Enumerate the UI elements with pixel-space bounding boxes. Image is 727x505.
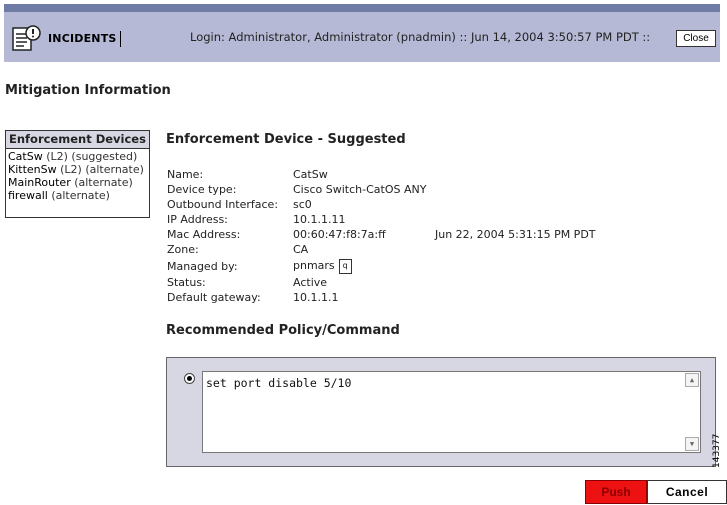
device-item-firewall[interactable]: firewall (alternate): [8, 189, 147, 202]
figure-id: 143377: [712, 433, 722, 468]
detail-label: Outbound Interface:: [167, 198, 279, 211]
detail-value: 00:60:47:f8:7a:ff: [293, 228, 386, 241]
policy-radio[interactable]: [184, 373, 195, 384]
detail-row-name: Name: CatSw: [167, 167, 596, 182]
device-role: (alternate): [74, 176, 133, 189]
section-title: INCIDENTS: [48, 32, 117, 45]
detail-value: Active: [293, 276, 328, 289]
header-divider: [120, 31, 121, 47]
device-details-title: Enforcement Device - Suggested: [166, 132, 406, 147]
detail-label: Status:: [167, 276, 206, 289]
login-info: Login: Administrator, Administrator (pna…: [190, 30, 651, 44]
detail-row-type: Device type: Cisco Switch-CatOS ANY: [167, 182, 596, 197]
detail-value: 10.1.1.11: [293, 213, 346, 226]
enforcement-devices-title: Enforcement Devices: [6, 131, 149, 149]
detail-row-ip: IP Address: 10.1.1.11: [167, 212, 596, 227]
detail-label: IP Address:: [167, 213, 228, 226]
policy-title: Recommended Policy/Command: [166, 323, 400, 338]
detail-row-status: Status: Active: [167, 275, 596, 290]
detail-value: sc0: [293, 198, 312, 211]
command-textarea[interactable]: set port disable 5/10 ▲ ▼: [202, 371, 701, 453]
detail-value: pnmars: [293, 259, 335, 273]
device-name: firewall: [8, 189, 48, 202]
scroll-down-arrow-icon[interactable]: ▼: [685, 437, 699, 451]
device-role: (L2) (alternate): [60, 163, 144, 176]
detail-label: Zone:: [167, 243, 199, 256]
policy-panel: set port disable 5/10 ▲ ▼: [166, 357, 716, 467]
detail-row-zone: Zone: CA: [167, 242, 596, 257]
detail-row-managed: Managed by: pnmars q: [167, 257, 596, 275]
detail-value: Cisco Switch-CatOS ANY: [293, 183, 427, 196]
cancel-button[interactable]: Cancel: [647, 480, 727, 504]
device-role: (L2) (suggested): [46, 150, 138, 163]
detail-label: Managed by:: [167, 259, 238, 273]
detail-row-outbound: Outbound Interface: sc0: [167, 197, 596, 212]
detail-label: Name:: [167, 168, 204, 181]
detail-value: CA: [293, 243, 309, 256]
enforcement-devices-panel: Enforcement Devices CatSw (L2) (suggeste…: [5, 130, 150, 218]
detail-label: Device type:: [167, 183, 237, 196]
device-item-catsw[interactable]: CatSw (L2) (suggested): [8, 150, 147, 163]
close-button[interactable]: Close: [676, 30, 716, 47]
detail-label: Default gateway:: [167, 291, 261, 304]
push-button[interactable]: Push: [585, 480, 647, 504]
detail-row-gateway: Default gateway: 10.1.1.1: [167, 290, 596, 305]
device-name: MainRouter: [8, 176, 71, 189]
detail-row-mac: Mac Address: 00:60:47:f8:7a:ff Jun 22, 200…: [167, 227, 596, 242]
scroll-up-arrow-icon[interactable]: ▲: [685, 373, 699, 387]
mac-timestamp: Jun 22, 2004 5:31:15 PM PDT: [435, 228, 596, 241]
detail-value: CatSw: [293, 168, 328, 181]
device-item-mainrouter[interactable]: MainRouter (alternate): [8, 176, 147, 189]
incidents-document-icon: [12, 25, 41, 51]
device-name: CatSw: [8, 150, 43, 163]
device-item-kittensw[interactable]: KittenSw (L2) (alternate): [8, 163, 147, 176]
device-name: KittenSw: [8, 163, 57, 176]
magnifier-icon[interactable]: q: [338, 258, 352, 274]
top-strip: [4, 4, 720, 12]
page-title: Mitigation Information: [5, 83, 171, 98]
detail-label: Mac Address:: [167, 228, 241, 241]
device-details: Name: CatSw Device type: Cisco Switch-CatO…: [167, 167, 596, 305]
header-bar: INCIDENTS Login: Administrator, Administ…: [4, 12, 720, 62]
device-role: (alternate): [51, 189, 110, 202]
command-text: set port disable 5/10: [206, 376, 352, 390]
enforcement-devices-list: CatSw (L2) (suggested) KittenSw (L2) (al…: [6, 149, 149, 203]
detail-value: 10.1.1.1: [293, 291, 339, 304]
